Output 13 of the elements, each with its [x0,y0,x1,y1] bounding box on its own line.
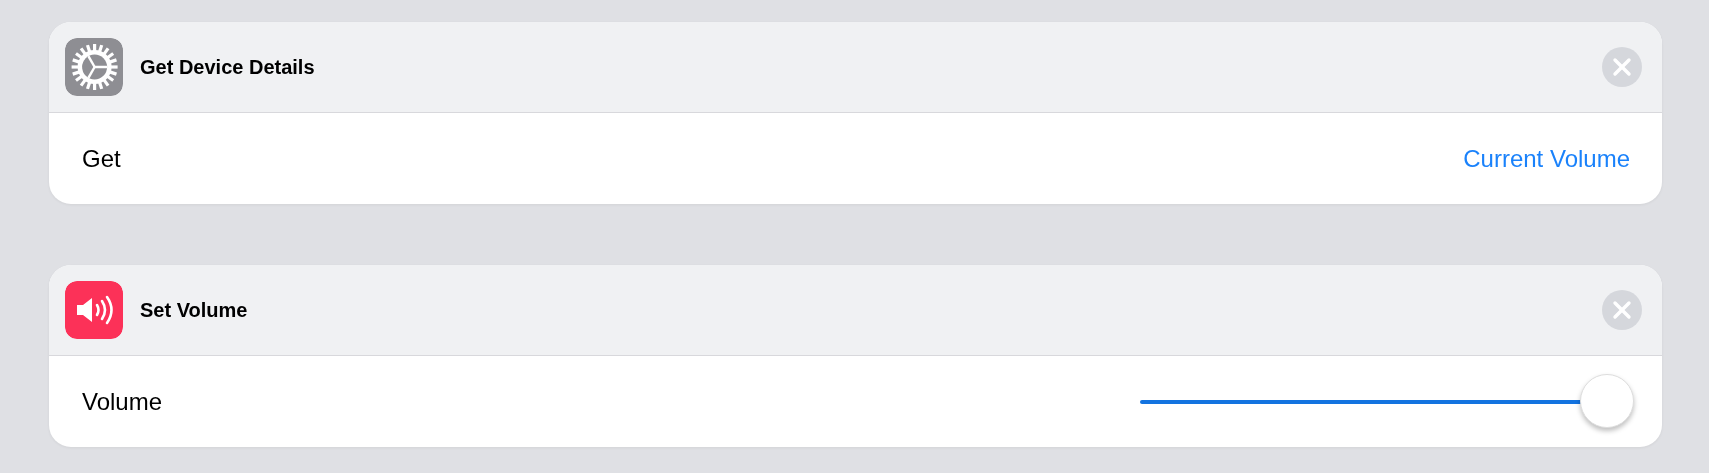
action-title: Get Device Details [140,55,316,79]
action-title: Set Volume [140,298,249,322]
parameter-value[interactable]: Current Volume [1463,144,1630,173]
gear-icon [65,38,123,96]
parameter-label: Get [82,144,122,173]
close-icon [1612,57,1632,77]
close-button[interactable] [1602,290,1642,330]
close-icon [1612,300,1632,320]
slider-thumb[interactable] [1580,373,1634,428]
parameter-label: Volume [82,387,164,416]
speaker-icon [65,281,123,339]
volume-slider[interactable] [1140,373,1634,430]
close-button[interactable] [1602,47,1642,87]
